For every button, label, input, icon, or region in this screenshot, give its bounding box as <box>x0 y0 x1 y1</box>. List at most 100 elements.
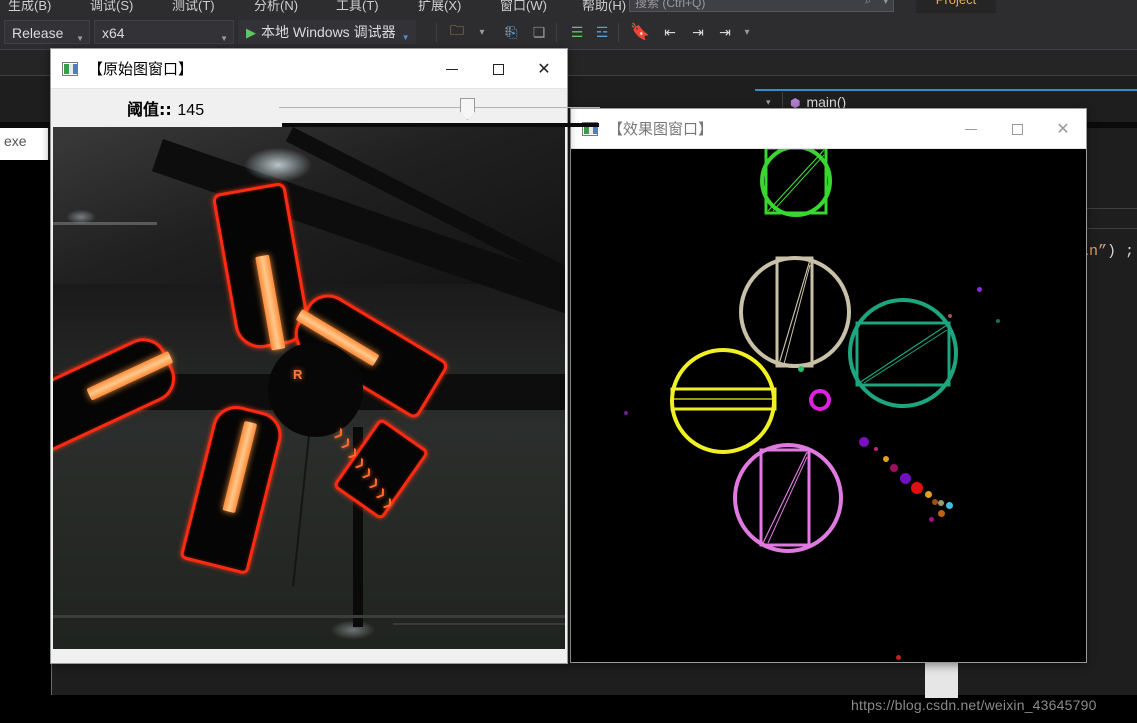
noise-dot-15 <box>938 510 945 517</box>
close-icon: ✕ <box>537 61 551 78</box>
decrease-indent-icon[interactable]: ☲ <box>590 20 614 44</box>
fan-blade-core <box>255 254 286 351</box>
chevron-down-icon[interactable]: ▾ <box>766 97 771 108</box>
wall-light-glow <box>61 207 101 227</box>
noise-dot-8 <box>890 464 898 472</box>
original-window-titlebar[interactable]: 【原始图窗口】 ✕ <box>51 49 567 89</box>
search-icon: ⌕ <box>864 0 871 7</box>
opencv-window-icon <box>62 61 78 76</box>
effect-window-titlebar[interactable]: 【效果图窗口】 ✕ <box>571 109 1086 149</box>
document-tab-label: Project <box>936 0 976 7</box>
toggle-bookmark-icon[interactable]: 🔖 <box>628 20 652 44</box>
noise-dot-6 <box>874 447 878 451</box>
editor-rule-bottom <box>1080 228 1137 229</box>
play-icon: ▶ <box>246 25 256 40</box>
menu-item-1[interactable]: 调试(S) <box>90 0 133 14</box>
original-window-controls[interactable]: ✕ <box>429 49 567 89</box>
yellow-circle-rect <box>670 348 777 454</box>
solution-platform-combo[interactable]: x64 ▼ <box>94 20 234 44</box>
violet-circle-rect <box>733 443 843 553</box>
minimize-button[interactable] <box>429 49 475 89</box>
code-fragment: \n”) ; <box>1080 243 1134 260</box>
fan-photo-scene: R ❯ ❯ ❯ ❯ ❯ ❯ ❯ ❯ <box>53 127 565 649</box>
maximize-button[interactable] <box>475 49 521 89</box>
close-button[interactable]: ✕ <box>521 49 567 89</box>
find-in-files-icon[interactable]: 🗀 <box>445 20 469 44</box>
menu-item-2[interactable]: 测试(T) <box>172 0 215 14</box>
next-bookmark-icon[interactable]: ⇥ <box>686 20 710 44</box>
fan-blade-core <box>86 350 174 401</box>
active-tab-underline <box>755 89 1137 91</box>
effect-window-controls[interactable]: ✕ <box>948 109 1086 149</box>
noise-dot-14 <box>946 502 953 509</box>
original-window-body: 阈值:: 145 R ❯ ❯ ❯ ❯ ❯ ❯ ❯ ❯ <box>51 89 600 649</box>
ceiling-light-glow <box>233 142 323 188</box>
console-window-tab[interactable]: exe <box>0 128 48 160</box>
standard-toolbar[interactable]: Release ▼ x64 ▼ ▶ 本地 Windows 调试器 ▼ 🗀 ▾ ⠿ … <box>0 14 1137 50</box>
toolbar-separator <box>436 23 437 42</box>
original-image-canvas: R ❯ ❯ ❯ ❯ ❯ ❯ ❯ ❯ <box>53 127 565 649</box>
comment-selection-icon[interactable]: ⎘ <box>500 20 524 44</box>
maximize-icon <box>1011 123 1023 135</box>
step-into-specific-icon[interactable]: ▾ <box>470 20 494 44</box>
floor-rail-2 <box>393 623 565 625</box>
code-punct: ) ; <box>1107 243 1135 260</box>
solution-platform-value: x64 <box>102 25 125 41</box>
start-debugging-button[interactable]: ▶ 本地 Windows 调试器 ▼ <box>238 20 416 44</box>
brand-logo-r: R <box>293 367 303 382</box>
clear-bookmarks-icon[interactable]: ⇥ <box>713 20 737 44</box>
menu-item-7[interactable]: 帮助(H) <box>582 0 626 14</box>
threshold-trackbar-label: 阈值:: 145 <box>127 96 204 120</box>
maximize-button[interactable] <box>994 109 1040 149</box>
threshold-trackbar-row[interactable]: 阈值:: 145 <box>51 89 600 127</box>
floor-rail <box>53 615 565 618</box>
noise-dot-3 <box>624 411 628 415</box>
magenta-blob <box>809 389 831 411</box>
chevron-down-icon[interactable]: ▾ <box>883 0 888 7</box>
noise-dot-2 <box>948 314 952 318</box>
menu-item-5[interactable]: 扩展(X) <box>418 0 461 14</box>
increase-indent-icon[interactable]: ☰ <box>565 20 589 44</box>
menu-item-3[interactable]: 分析(N) <box>254 0 298 14</box>
menu-item-6[interactable]: 窗口(W) <box>500 0 547 14</box>
chevron-down-icon[interactable]: ▼ <box>402 28 410 48</box>
previous-bookmark-icon[interactable]: ⇤ <box>658 20 682 44</box>
close-button[interactable]: ✕ <box>1040 109 1086 149</box>
editor-rule-top <box>1080 208 1137 209</box>
toolbar-separator <box>556 23 557 42</box>
original-window-title: 【原始图窗口】 <box>88 61 194 78</box>
minimize-button[interactable] <box>948 109 994 149</box>
threshold-trackbar-track[interactable] <box>279 107 600 108</box>
noise-dot-1 <box>996 319 1000 323</box>
threshold-trackbar-thumb[interactable] <box>460 98 475 120</box>
chevron-down-icon[interactable]: ▼ <box>220 29 228 49</box>
watermark-backdrop <box>925 660 958 698</box>
menu-bar[interactable]: 生成(B) 调试(S) 测试(T) 分析(N) 工具(T) 扩展(X) 窗口(W… <box>0 0 1137 14</box>
fan-blade-core <box>222 420 258 514</box>
effect-image-window[interactable]: 【效果图窗口】 ✕ <box>570 108 1087 663</box>
detected-shapes-scene <box>571 149 1086 662</box>
menu-item-0[interactable]: 生成(B) <box>8 0 51 14</box>
tan-circle-rect <box>739 256 851 368</box>
fan-hub <box>268 342 363 437</box>
original-image-window[interactable]: 【原始图窗口】 ✕ 阈值:: 145 R ❯ ❯ ❯ ❯ ❯ ❯ ❯ ❯ <box>50 48 600 664</box>
noise-dot-17 <box>896 655 901 660</box>
menu-item-4[interactable]: 工具(T) <box>336 0 379 14</box>
blog-watermark: https://blog.csdn.net/weixin_43645790 <box>851 697 1097 713</box>
close-icon: ✕ <box>1056 121 1070 138</box>
document-tab-project[interactable]: Project <box>916 0 996 13</box>
threshold-value: 145 <box>177 102 205 119</box>
noise-dot-4 <box>798 366 804 372</box>
noise-dot-16 <box>929 517 934 522</box>
chevron-down-icon[interactable]: ▼ <box>76 29 84 49</box>
quick-launch-search[interactable]: 搜索 (Ctrl+Q) ⌕ ▾ <box>629 0 894 12</box>
minimize-icon <box>965 128 977 130</box>
console-window[interactable] <box>0 160 52 695</box>
noise-dot-9 <box>900 473 911 484</box>
green-circle-rect <box>760 149 832 217</box>
minimize-icon <box>446 68 458 70</box>
uncomment-selection-icon[interactable]: ❏ <box>527 20 551 44</box>
solution-configuration-combo[interactable]: Release ▼ <box>4 20 90 44</box>
toolbar-overflow-icon[interactable]: ▾ <box>735 20 759 44</box>
effect-image-canvas <box>571 149 1086 662</box>
